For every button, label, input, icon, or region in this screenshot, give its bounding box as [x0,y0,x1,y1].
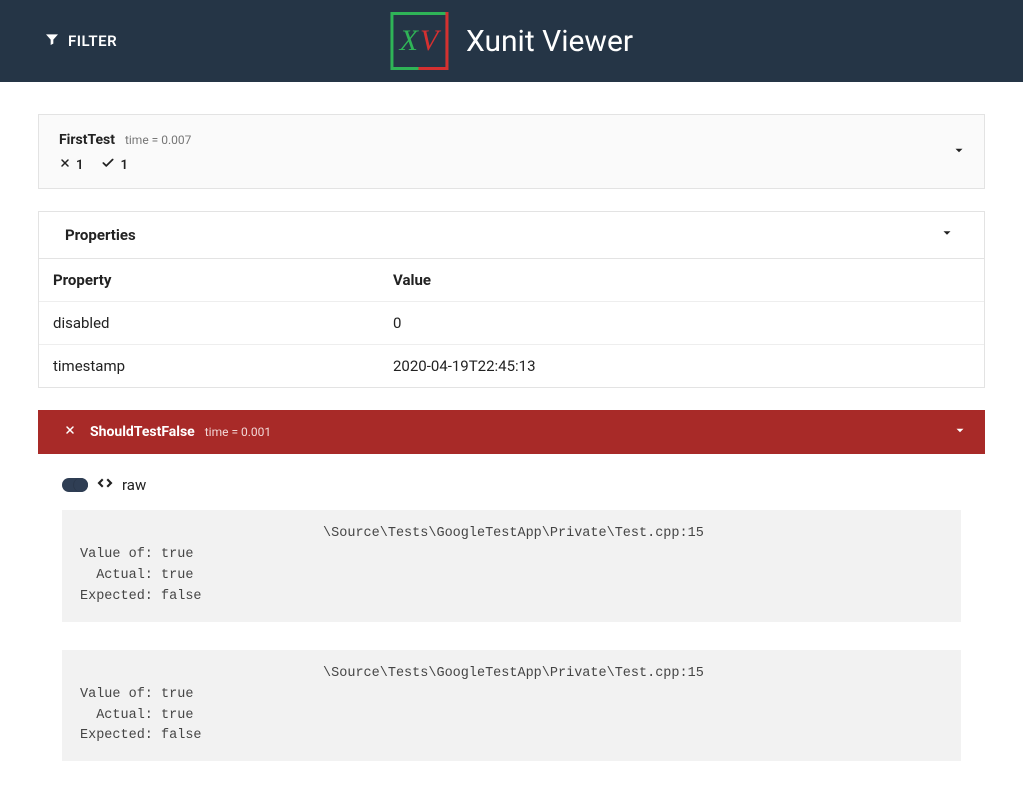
properties-header[interactable]: Properties [39,212,984,259]
raw-toggle-row: raw [62,474,961,496]
error-block: XXXXXXXXXXXXXXXXXXXXXXXXXXXXXX\Source\Te… [62,510,961,622]
table-row: disabled 0 [39,302,984,345]
test-name: ShouldTestFalse [90,424,195,440]
properties-table: Property Value disabled 0 timestamp 2020… [39,259,984,387]
properties-panel: Properties Property Value disabled 0 tim… [38,211,985,388]
property-value: 0 [379,302,984,345]
error-block: XXXXXXXXXXXXXXXXXXXXXXXXXXXXXX\Source\Te… [62,650,961,762]
test-time: time = 0.001 [205,425,271,439]
file-path-tail: \Source\Tests\GoogleTestApp\Private\Test… [323,526,704,541]
properties-title: Properties [65,226,136,244]
app-title: Xunit Viewer [466,24,633,59]
app-header: FILTER X V Xunit Viewer [0,0,1023,82]
pass-count: 1 [101,156,127,174]
suite-name: FirstTest [59,132,115,148]
raw-toggle[interactable] [62,478,88,492]
code-line: Actual: true [80,708,193,723]
suite-card[interactable]: FirstTest time = 0.007 1 1 [38,114,985,189]
code-line: Value of: true [80,687,193,702]
code-line: Expected: false [80,728,202,743]
file-path-tail: \Source\Tests\GoogleTestApp\Private\Test… [323,666,704,681]
code-line: Value of: true [80,547,193,562]
logo-icon: X V [390,12,448,70]
suite-time: time = 0.007 [125,133,191,147]
property-value: 2020-04-19T22:45:13 [379,345,984,388]
brand: X V Xunit Viewer [390,12,633,70]
x-icon [64,424,76,440]
col-value: Value [379,259,984,302]
test-card: ShouldTestFalse time = 0.001 raw XXXXXXX… [38,410,985,761]
property-key: timestamp [39,345,379,388]
property-key: disabled [39,302,379,345]
fail-count: 1 [59,156,83,174]
code-line: Expected: false [80,589,202,604]
chevron-down-icon[interactable] [953,423,967,442]
x-icon [59,157,71,173]
filter-icon [44,31,60,51]
filter-label: FILTER [68,32,117,50]
suite-counts: 1 1 [59,156,964,174]
chevron-down-icon[interactable] [952,142,966,161]
code-line: Actual: true [80,568,193,583]
check-icon [101,156,115,174]
main-content: FirstTest time = 0.007 1 1 Properties [0,82,1023,761]
test-header[interactable]: ShouldTestFalse time = 0.001 [38,410,985,454]
col-property: Property [39,259,379,302]
test-body: raw XXXXXXXXXXXXXXXXXXXXXXXXXXXXXX\Sourc… [38,454,985,761]
filter-button[interactable]: FILTER [44,31,117,51]
code-icon [96,474,114,496]
raw-label: raw [122,476,146,494]
table-row: timestamp 2020-04-19T22:45:13 [39,345,984,388]
chevron-down-icon[interactable] [940,226,954,244]
